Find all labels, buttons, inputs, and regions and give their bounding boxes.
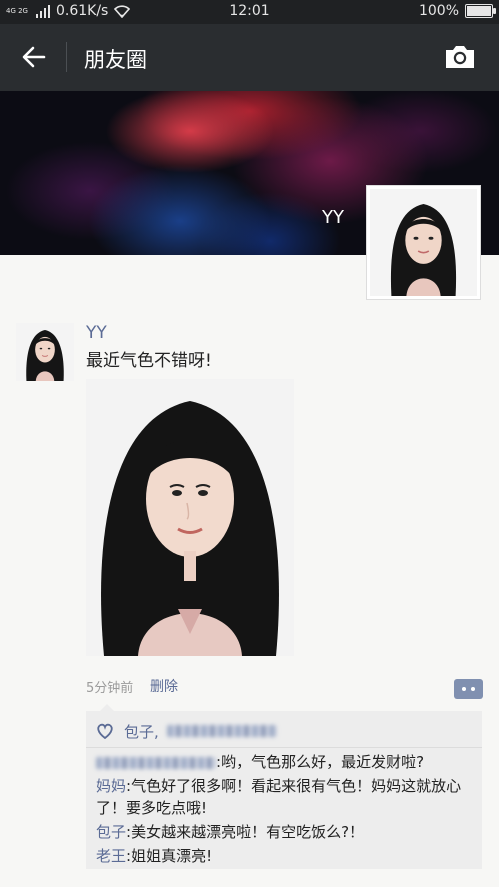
- page-title: 朋友圈: [84, 48, 147, 72]
- battery-percent: 100%: [418, 3, 459, 19]
- comment-author[interactable]: 老王: [96, 847, 126, 865]
- comment-item[interactable]: :哟，气色那么好，最近发财啦?: [96, 751, 476, 773]
- post-timestamp: 5分钟前: [86, 681, 134, 696]
- blurred-names: [166, 725, 277, 737]
- post-author-avatar[interactable]: [16, 323, 74, 381]
- comment-author[interactable]: 妈妈: [96, 777, 126, 795]
- post-text: 最近气色不错呀!: [86, 351, 212, 371]
- likes-comments-box: 包子, :哟，气色那么好，最近发财啦? 妈妈:气色好了很多啊！看起来很有气色！妈…: [86, 704, 482, 869]
- battery-icon: [465, 4, 496, 18]
- like-user-name[interactable]: 包子,: [124, 721, 159, 742]
- comment-text: 气色好了很多啊！看起来很有气色！妈妈这就放心了！要多吃点哦!: [96, 777, 462, 817]
- likes-row: 包子,: [96, 720, 277, 742]
- comment-item[interactable]: 老王:姐姐真漂亮!: [96, 845, 476, 867]
- comment-text: 姐姐真漂亮!: [131, 847, 213, 865]
- status-right: 100%: [418, 3, 496, 19]
- title-divider: [66, 42, 67, 72]
- comment-list: :哟，气色那么好，最近发财啦? 妈妈:气色好了很多啊！看起来很有气色！妈妈这就放…: [96, 751, 476, 869]
- comment-more-button[interactable]: [454, 679, 483, 699]
- profile-avatar[interactable]: [366, 185, 481, 300]
- comment-item[interactable]: 包子:美女越来越漂亮啦！有空吃饭么?！: [96, 821, 476, 843]
- comment-author[interactable]: 包子: [96, 823, 126, 841]
- likes-divider: [86, 747, 482, 748]
- post-photo[interactable]: [86, 379, 294, 656]
- status-bar: 4G 2G 0.61K/s 12:01 100%: [0, 0, 499, 24]
- camera-button[interactable]: [443, 42, 477, 72]
- comment-text: 美女越来越漂亮啦！有空吃饭么?！: [131, 823, 365, 841]
- heart-icon: [97, 723, 113, 739]
- blurred-comment-author: [96, 756, 216, 769]
- post-author-name[interactable]: YY: [86, 323, 107, 343]
- back-arrow-icon: [22, 46, 46, 68]
- camera-icon: [446, 46, 474, 68]
- delete-link[interactable]: 删除: [150, 676, 178, 696]
- back-button[interactable]: [18, 42, 52, 72]
- title-bar: 朋友圈: [0, 24, 499, 91]
- profile-name: YY: [322, 207, 344, 228]
- comment-item[interactable]: 妈妈:气色好了很多啊！看起来很有气色！妈妈这就放心了！要多吃点哦!: [96, 775, 476, 819]
- comment-text: 哟，气色那么好，最近发财啦?: [221, 753, 425, 771]
